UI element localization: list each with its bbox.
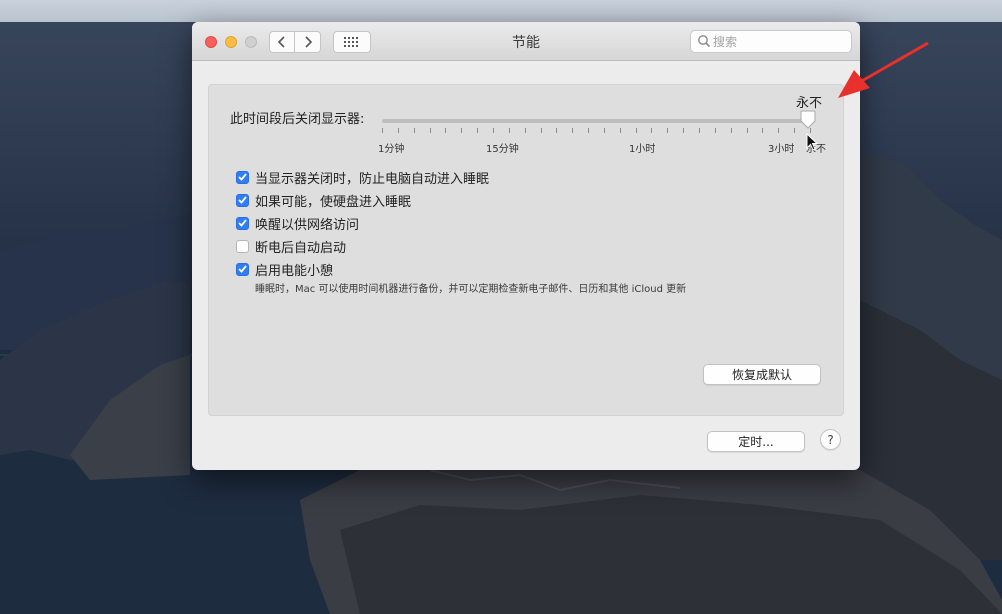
option-label: 断电后自动启动: [255, 240, 347, 256]
slider-tick: [540, 128, 542, 133]
display-sleep-label: 此时间段后关闭显示器:: [230, 112, 365, 127]
slider-ticks: [382, 128, 812, 134]
slider-tick: [588, 128, 590, 133]
slider-tick: [556, 128, 558, 133]
option-auto-restart[interactable]: 断电后自动启动: [236, 237, 347, 256]
option-power-nap[interactable]: 启用电能小憩: [236, 260, 334, 279]
option-hard-disk-sleep[interactable]: 如果可能，使硬盘进入睡眠: [236, 191, 412, 210]
slider-tick: [619, 128, 621, 133]
schedule-button[interactable]: 定时...: [707, 431, 805, 452]
slider-tick: [746, 128, 748, 133]
display-sleep-slider-track[interactable]: [382, 119, 812, 123]
slider-tick: [461, 128, 463, 133]
checkbox[interactable]: [236, 170, 249, 184]
slider-tick: [429, 128, 431, 133]
option-label: 如果可能，使硬盘进入睡眠: [255, 194, 412, 210]
option-label: 当显示器关闭时，防止电脑自动进入睡眠: [255, 171, 490, 187]
slider-tick: [508, 128, 510, 133]
slider-tick: [382, 128, 383, 133]
slider-tick: [778, 128, 780, 133]
slider-tick: [730, 128, 732, 133]
display-sleep-slider-knob[interactable]: [799, 110, 817, 130]
slider-tick: [477, 128, 479, 133]
search-input[interactable]: [713, 33, 843, 50]
option-wake-network[interactable]: 唤醒以供网络访问: [236, 214, 360, 233]
checkbox[interactable]: [236, 239, 249, 253]
slider-tick: [762, 128, 764, 133]
slider-tick: [699, 128, 701, 133]
slider-tick: [413, 128, 415, 133]
tick-label-1hour: 1小时: [629, 144, 656, 155]
tick-label-15min: 15分钟: [486, 144, 519, 155]
search-field[interactable]: [690, 30, 852, 53]
slider-tick: [397, 128, 399, 133]
slider-tick: [635, 128, 637, 133]
magnifier-icon: [698, 35, 711, 48]
slider-tick: [524, 128, 526, 133]
slider-tick: [667, 128, 669, 133]
annotation-arrow-icon: [838, 41, 929, 98]
restore-defaults-button[interactable]: 恢复成默认: [703, 364, 821, 385]
slider-tick: [492, 128, 494, 133]
help-button[interactable]: ?: [820, 429, 841, 450]
option-label: 启用电能小憩: [255, 263, 334, 279]
option-label: 唤醒以供网络访问: [255, 217, 360, 233]
checkbox[interactable]: [236, 262, 249, 276]
checkbox[interactable]: [236, 193, 249, 207]
tick-label-3hours: 3小时: [768, 144, 795, 155]
power-nap-description: 睡眠时，Mac 可以使用时间机器进行备份，并可以定期检查新电子邮件、日历和其他 …: [255, 284, 687, 295]
slider-tick: [714, 128, 716, 133]
display-sleep-value: 永不: [796, 96, 823, 111]
window-titlebar: 节能: [192, 22, 860, 61]
slider-tick: [794, 128, 796, 133]
option-prevent-sleep[interactable]: 当显示器关闭时，防止电脑自动进入睡眠: [236, 168, 490, 187]
checkbox[interactable]: [236, 216, 249, 230]
mouse-cursor-icon: [806, 133, 819, 151]
slider-tick: [445, 128, 447, 133]
slider-tick: [572, 128, 574, 133]
menu-bar: [0, 0, 1002, 22]
tick-label-1min: 1分钟: [378, 144, 405, 155]
slider-tick: [651, 128, 653, 133]
energy-saver-window: 节能 此时间段后关闭显示器: 永不 1分钟 15分钟 1小时 3小时 永不 当显…: [192, 22, 860, 470]
slider-tick: [603, 128, 605, 133]
slider-tick: [683, 128, 685, 133]
